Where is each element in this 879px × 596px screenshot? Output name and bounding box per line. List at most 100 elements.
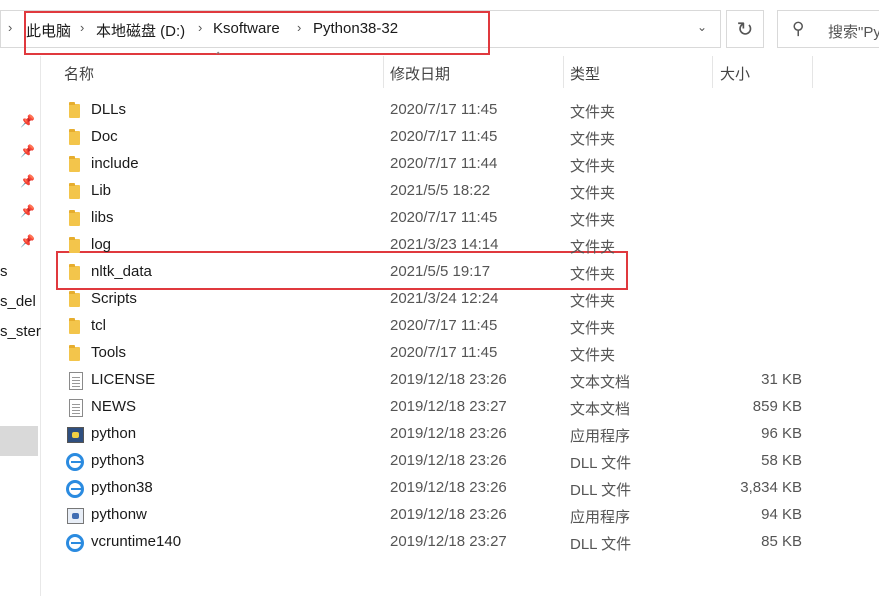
file-name: Lib xyxy=(91,182,112,199)
file-row[interactable]: tcl 2020/7/17 11:45 文件夹 xyxy=(56,313,816,340)
file-row[interactable]: include 2020/7/17 11:44 文件夹 xyxy=(56,151,816,178)
text-document-icon xyxy=(66,371,86,391)
file-date: 2019/12/18 23:26 xyxy=(390,452,507,469)
file-type: 文件夹 xyxy=(570,347,616,364)
file-name: Scripts xyxy=(91,290,137,307)
file-type: 文本文档 xyxy=(570,374,631,391)
pin-icon: 📌 xyxy=(20,174,35,188)
address-highlight-box xyxy=(24,11,490,55)
file-size: 96 KB xyxy=(761,425,802,442)
pin-icon: 📌 xyxy=(20,144,35,158)
nav-item-selected[interactable] xyxy=(0,426,38,456)
folder-icon xyxy=(66,155,86,175)
pin-icon: 📌 xyxy=(20,114,35,128)
column-header-name[interactable]: 名称 xyxy=(64,63,94,84)
file-type: DLL 文件 xyxy=(570,536,632,553)
column-header-type[interactable]: 类型 xyxy=(570,63,600,84)
file-date: 2019/12/18 23:26 xyxy=(390,425,507,442)
file-type: 文件夹 xyxy=(570,320,616,337)
folder-icon xyxy=(66,290,86,310)
file-date: 2021/5/5 18:22 xyxy=(390,182,491,199)
file-type: 文件夹 xyxy=(570,266,616,283)
file-type: DLL 文件 xyxy=(570,455,632,472)
dll-icon xyxy=(66,479,86,499)
file-date: 2021/5/5 19:17 xyxy=(390,263,491,280)
refresh-icon: ↻ xyxy=(736,18,754,41)
file-row[interactable]: Doc 2020/7/17 11:45 文件夹 xyxy=(56,124,816,151)
file-name: tcl xyxy=(91,317,106,334)
file-row[interactable]: vcruntime140 2019/12/18 23:27 DLL 文件 85 KB xyxy=(56,529,816,556)
file-name: NEWS xyxy=(91,398,136,415)
file-row[interactable]: nltk_data 2021/5/5 19:17 文件夹 xyxy=(56,259,816,286)
file-date: 2019/12/18 23:27 xyxy=(390,398,507,415)
address-history-dropdown-icon[interactable]: ⌄ xyxy=(697,20,707,34)
file-name: libs xyxy=(91,209,114,226)
file-name: python xyxy=(91,425,137,442)
search-box[interactable]: ⚲ 搜索"Py xyxy=(777,10,879,48)
nav-item[interactable]: s xyxy=(0,263,8,280)
refresh-button[interactable]: ↻ xyxy=(726,10,764,48)
file-row[interactable]: pythonw 2019/12/18 23:26 应用程序 94 KB xyxy=(56,502,816,529)
file-name: nltk_data xyxy=(91,263,152,280)
folder-icon xyxy=(66,128,86,148)
file-type: 文件夹 xyxy=(570,239,616,256)
folder-icon xyxy=(66,209,86,229)
file-type: DLL 文件 xyxy=(570,482,632,499)
file-type: 文件夹 xyxy=(570,293,616,310)
file-name: python38 xyxy=(91,479,153,496)
file-row[interactable]: python38 2019/12/18 23:26 DLL 文件 3,834 KB xyxy=(56,475,816,502)
file-date: 2020/7/17 11:44 xyxy=(390,155,498,172)
folder-icon xyxy=(66,182,86,202)
file-name: python3 xyxy=(91,452,145,469)
file-type: 应用程序 xyxy=(570,509,631,526)
search-placeholder: 搜索"Py xyxy=(828,24,879,41)
file-size: 3,834 KB xyxy=(740,479,802,496)
file-row[interactable]: NEWS 2019/12/18 23:27 文本文档 859 KB xyxy=(56,394,816,421)
file-date: 2019/12/18 23:26 xyxy=(390,371,507,388)
file-type: 文件夹 xyxy=(570,212,616,229)
file-date: 2021/3/23 14:14 xyxy=(390,236,499,253)
column-divider[interactable] xyxy=(563,56,564,88)
pin-icon: 📌 xyxy=(20,234,35,248)
file-row[interactable]: LICENSE 2019/12/18 23:26 文本文档 31 KB xyxy=(56,367,816,394)
file-name: vcruntime140 xyxy=(91,533,182,550)
file-size: 94 KB xyxy=(761,506,802,523)
file-row[interactable]: python 2019/12/18 23:26 应用程序 96 KB xyxy=(56,421,816,448)
column-divider[interactable] xyxy=(812,56,813,88)
file-size: 58 KB xyxy=(761,452,802,469)
folder-icon xyxy=(66,317,86,337)
file-size: 85 KB xyxy=(761,533,802,550)
column-header-date[interactable]: 修改日期 xyxy=(390,63,450,84)
dll-icon xyxy=(66,452,86,472)
file-size: 859 KB xyxy=(752,398,802,415)
column-divider[interactable] xyxy=(712,56,713,88)
file-type: 文件夹 xyxy=(570,131,616,148)
column-header-size[interactable]: 大小 xyxy=(720,63,750,84)
file-row[interactable]: Tools 2020/7/17 11:45 文件夹 xyxy=(56,340,816,367)
file-date: 2020/7/17 11:45 xyxy=(390,128,498,145)
file-name: LICENSE xyxy=(91,371,156,388)
file-type: 文件夹 xyxy=(570,104,616,121)
nav-item[interactable]: s_ster xyxy=(0,323,41,340)
file-name: Doc xyxy=(91,128,118,145)
file-row[interactable]: Lib 2021/5/5 18:22 文件夹 xyxy=(56,178,816,205)
file-date: 2021/3/24 12:24 xyxy=(390,290,499,307)
file-row[interactable]: Scripts 2021/3/24 12:24 文件夹 xyxy=(56,286,816,313)
file-row[interactable]: log 2021/3/23 14:14 文件夹 xyxy=(56,232,816,259)
file-row[interactable]: python3 2019/12/18 23:26 DLL 文件 58 KB xyxy=(56,448,816,475)
file-name: log xyxy=(91,236,112,253)
file-date: 2020/7/17 11:45 xyxy=(390,101,498,118)
file-date: 2020/7/17 11:45 xyxy=(390,209,498,226)
nav-item[interactable]: s_del xyxy=(0,293,36,310)
search-icon: ⚲ xyxy=(792,19,805,38)
file-name: include xyxy=(91,155,139,172)
file-name: Tools xyxy=(91,344,127,361)
pin-icon: 📌 xyxy=(20,204,35,218)
folder-icon xyxy=(66,236,86,256)
file-row[interactable]: libs 2020/7/17 11:45 文件夹 xyxy=(56,205,816,232)
file-name: pythonw xyxy=(91,506,147,523)
column-divider[interactable] xyxy=(383,56,384,88)
file-date: 2019/12/18 23:27 xyxy=(390,533,507,550)
file-row[interactable]: DLLs 2020/7/17 11:45 文件夹 xyxy=(56,97,816,124)
file-name: DLLs xyxy=(91,101,127,118)
